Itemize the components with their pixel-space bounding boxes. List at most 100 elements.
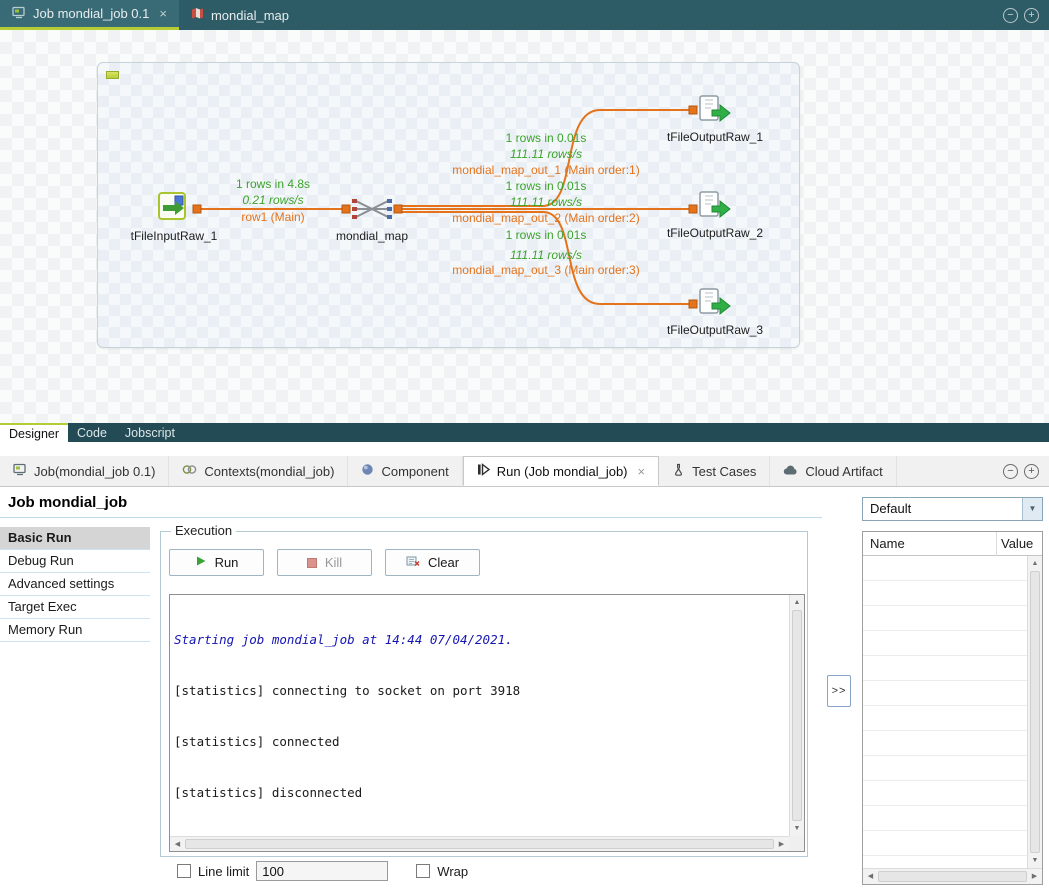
execution-legend: Execution	[171, 523, 236, 538]
cloud-artifact-icon	[783, 464, 798, 479]
context-variables-table: Name Value ▲ ▼ ◀ ▶	[862, 531, 1043, 885]
button-label: Kill	[325, 555, 342, 570]
tab-job-view[interactable]: Job(mondial_job 0.1)	[0, 456, 169, 486]
wrap-label: Wrap	[437, 864, 468, 879]
tab-label: Code	[77, 426, 107, 440]
minimize-icon[interactable]: −	[1003, 8, 1018, 23]
line-limit-checkbox[interactable]	[177, 864, 191, 878]
map-icon	[191, 7, 204, 23]
design-canvas[interactable]: 1 rows in 4.8s 0.21 rows/s row1 (Main) 1…	[0, 30, 1049, 423]
button-label: Run	[215, 555, 239, 570]
context-panel: Default ▼ Name Value ▲ ▼ ◀ ▶	[862, 497, 1043, 521]
table-horizontal-scrollbar[interactable]: ◀ ▶	[863, 868, 1042, 884]
component-label: tFileOutputRaw_3	[667, 323, 763, 337]
job-icon	[12, 6, 26, 22]
tab-component-view[interactable]: Component	[348, 456, 462, 486]
table-header: Name Value	[863, 532, 1042, 556]
file-output-icon	[698, 287, 732, 320]
maximize-icon[interactable]: +	[1024, 8, 1039, 23]
page-title: Job mondial_job	[8, 494, 127, 511]
run-button[interactable]: Run	[169, 549, 264, 576]
scrollbar-thumb[interactable]	[792, 610, 802, 821]
link-row1-name: row1 (Main)	[241, 210, 304, 224]
tab-mondial-map[interactable]: mondial_map	[179, 0, 301, 30]
tab-label: Component	[381, 464, 448, 479]
component-tfileoutputraw-3[interactable]: tFileOutputRaw_3	[655, 287, 775, 337]
console-options-row: Line limit Wrap	[177, 861, 468, 881]
column-header-name: Name	[870, 536, 905, 551]
component-label: mondial_map	[336, 229, 408, 243]
maximize-icon[interactable]: +	[1024, 464, 1039, 479]
clear-button[interactable]: Clear	[385, 549, 480, 576]
scrollbar-corner	[789, 836, 804, 851]
component-tfileoutputraw-2[interactable]: tFileOutputRaw_2	[655, 190, 775, 240]
table-vertical-scrollbar[interactable]: ▲ ▼	[1027, 556, 1042, 868]
scroll-down-icon[interactable]: ▼	[790, 821, 804, 836]
chevron-down-icon[interactable]: ▼	[1022, 498, 1042, 520]
sidebar-item-advanced-settings[interactable]: Advanced settings	[0, 573, 150, 596]
tmap-icon	[350, 195, 394, 226]
close-icon[interactable]: ×	[159, 6, 167, 21]
run-icon	[477, 463, 490, 479]
subjob-note-icon	[106, 71, 119, 79]
component-tfileinputraw-1[interactable]: tFileInputRaw_1	[114, 191, 234, 243]
scroll-up-icon[interactable]: ▲	[790, 595, 804, 610]
kill-button[interactable]: Kill	[277, 549, 372, 576]
close-icon[interactable]: ×	[638, 464, 646, 479]
wrap-checkbox[interactable]	[416, 864, 430, 878]
line-limit-input[interactable]	[256, 861, 388, 881]
tab-label: Run (Job mondial_job)	[497, 464, 628, 479]
component-mondial-map[interactable]: mondial_map	[312, 195, 432, 243]
tab-label: Test Cases	[692, 464, 756, 479]
scroll-left-icon[interactable]: ◀	[863, 869, 878, 884]
console-vertical-scrollbar[interactable]: ▲ ▼	[789, 595, 804, 836]
tab-run-view[interactable]: Run (Job mondial_job) ×	[463, 456, 659, 486]
editor-window-controls: − +	[1003, 0, 1049, 30]
link-out1-rate: 111.11 rows/s	[510, 147, 582, 161]
tab-designer[interactable]: Designer	[0, 423, 68, 442]
tab-cloud-artifact[interactable]: Cloud Artifact	[770, 456, 896, 486]
link-out3-rate: 111.11 rows/s	[510, 248, 582, 262]
scrollbar-thumb[interactable]	[878, 871, 1027, 882]
console-horizontal-scrollbar[interactable]: ◀ ▶	[170, 836, 789, 851]
play-icon	[195, 555, 207, 570]
sidebar-item-debug-run[interactable]: Debug Run	[0, 550, 150, 573]
editor-tab-bar: Job mondial_job 0.1 × mondial_map − +	[0, 0, 1049, 30]
scroll-right-icon[interactable]: ▶	[774, 837, 789, 851]
sidebar-item-target-exec[interactable]: Target Exec	[0, 596, 150, 619]
minimize-icon[interactable]: −	[1003, 464, 1018, 479]
tab-jobscript[interactable]: Jobscript	[116, 423, 184, 442]
stop-icon	[307, 558, 317, 568]
run-view: Job mondial_job Basic Run Debug Run Adva…	[0, 487, 1049, 893]
job-icon	[13, 463, 27, 479]
tab-contexts-view[interactable]: Contexts(mondial_job)	[169, 456, 348, 486]
table-rows	[863, 556, 1027, 868]
column-header-value: Value	[1001, 536, 1033, 551]
scroll-left-icon[interactable]: ◀	[170, 837, 185, 851]
sidebar-item-memory-run[interactable]: Memory Run	[0, 619, 150, 642]
clear-icon	[406, 555, 420, 570]
scroll-down-icon[interactable]: ▼	[1028, 853, 1042, 868]
tab-code[interactable]: Code	[68, 423, 116, 442]
expand-panel-button[interactable]: >>	[827, 675, 851, 707]
scrollbar-thumb[interactable]	[185, 839, 774, 849]
tab-label: Contexts(mondial_job)	[204, 464, 334, 479]
execution-console: Starting job mondial_job at 14:44 07/04/…	[169, 594, 805, 852]
title-divider	[0, 517, 822, 518]
file-input-icon	[156, 191, 192, 226]
tab-label: Job(mondial_job 0.1)	[34, 464, 155, 479]
component-tfileoutputraw-1[interactable]: tFileOutputRaw_1	[655, 94, 775, 144]
console-line: [statistics] connected	[174, 733, 787, 750]
tab-test-cases[interactable]: Test Cases	[659, 456, 770, 486]
console-line: Starting job mondial_job at 14:44 07/04/…	[174, 631, 787, 648]
link-out2-name: mondial_map_out_2 (Main order:2)	[452, 211, 639, 225]
scroll-right-icon[interactable]: ▶	[1027, 869, 1042, 884]
scroll-up-icon[interactable]: ▲	[1028, 556, 1042, 571]
context-dropdown[interactable]: Default ▼	[862, 497, 1043, 521]
link-out2-rows: 1 rows in 0.01s	[506, 179, 587, 193]
tab-job-mondial-job[interactable]: Job mondial_job 0.1 ×	[0, 0, 179, 30]
scrollbar-thumb[interactable]	[1030, 571, 1040, 853]
tab-label: Cloud Artifact	[805, 464, 882, 479]
tab-label: mondial_map	[211, 8, 289, 23]
sidebar-item-basic-run[interactable]: Basic Run	[0, 527, 150, 550]
